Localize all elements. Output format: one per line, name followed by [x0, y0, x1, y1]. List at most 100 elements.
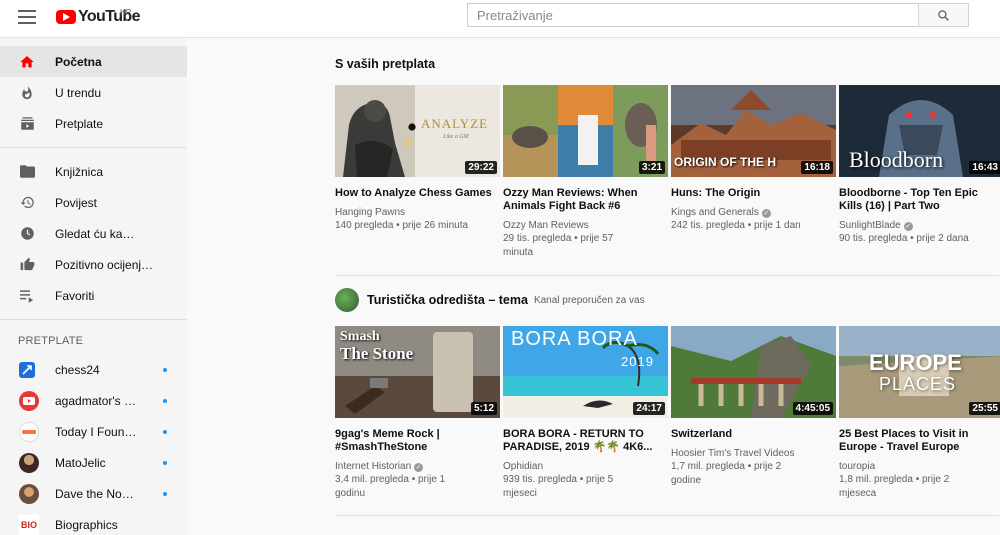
thumbnail-subtitle-text: Like a GM	[443, 134, 469, 140]
thumbnail-title-text: The Stone	[340, 344, 414, 363]
channel-avatar	[19, 421, 39, 442]
thumbnail-title-text: ORIGIN OF THE H	[674, 155, 776, 169]
channel-name-text: Kings and Generals	[671, 207, 759, 218]
channel-name-text: Internet Historian	[335, 461, 412, 472]
search-icon	[938, 9, 949, 21]
video-title[interactable]: 25 Best Places to Visit in Europe - Trav…	[839, 428, 999, 454]
channel-name[interactable]: Ophidian	[503, 460, 668, 473]
channel-avatar	[19, 483, 39, 504]
channel-name[interactable]: SunlightBlade ✓	[839, 219, 1000, 232]
video-thumbnail[interactable]: Bloodborn 16:43	[839, 85, 1000, 177]
video-meta: 29 tis. pregleda • prije 57 minuta	[503, 233, 614, 258]
video-title[interactable]: Bloodborne - Top Ten Epic Kills (16) | P…	[839, 187, 999, 213]
sidebar-subscription-today-i-found-out[interactable]: Today I Found ...	[0, 416, 187, 447]
video-thumbnail[interactable]: BORA BORA 2019 24:17	[503, 326, 668, 418]
sidebar-item-label: chess24	[55, 362, 100, 377]
flame-icon	[19, 85, 35, 101]
video-card[interactable]: 3:21 Ozzy Man Reviews: When Animals Figh…	[503, 85, 668, 260]
video-duration: 5:12	[470, 402, 497, 415]
thumbnail-title-text: ANALYZE	[421, 116, 489, 131]
channel-name[interactable]: touropia	[839, 460, 1000, 473]
sidebar-item-label: Favoriti	[55, 288, 95, 303]
channel-name[interactable]: Kings and Generals ✓	[671, 206, 836, 219]
section-title[interactable]: Turistička odredišta – tema	[367, 293, 528, 307]
new-content-dot	[163, 460, 167, 465]
video-thumbnail[interactable]: EUROPE PLACES 25:55	[839, 326, 1000, 418]
sidebar-item-trending[interactable]: U trendu	[0, 77, 187, 108]
sidebar-item-library[interactable]: Knjižnica	[0, 156, 187, 187]
video-card[interactable]: EUROPE PLACES 25:55 25 Best Places to Vi…	[839, 326, 1000, 501]
sidebar-item-home[interactable]: Početna	[0, 46, 187, 77]
thumbnail-title-text: EUROPE	[869, 350, 962, 375]
section-header: Turistička odredišta – tema Kanal prepor…	[335, 288, 1000, 312]
verified-check-icon: ✓	[761, 209, 771, 218]
video-duration: 24:17	[633, 402, 665, 415]
video-card[interactable]: Smash The Stone 5:12 9gag's Meme Rock | …	[335, 326, 500, 501]
thumbnail-title-text: Bloodborn	[849, 147, 944, 172]
video-card[interactable]: ANALYZE Like a GM 29:22 How to Analyze C…	[335, 85, 500, 260]
channel-name[interactable]: Hanging Pawns	[335, 206, 500, 219]
verified-check-icon: ✓	[903, 222, 913, 231]
channel-name[interactable]: Hoosier Tim's Travel Videos	[671, 447, 836, 460]
thumbnail-title-text: BORA BORA	[511, 328, 638, 350]
video-title[interactable]: Ozzy Man Reviews: When Animals Fight Bac…	[503, 187, 663, 213]
sidebar-item-label: Početna	[55, 54, 102, 69]
playlist-icon	[19, 288, 35, 304]
sidebar-item-liked-videos[interactable]: Pozitivno ocijenje...	[0, 249, 187, 280]
video-duration: 4:45:05	[792, 402, 833, 415]
video-title[interactable]: BORA BORA - RETURN TO PARADISE, 2019 🌴🌴 …	[503, 428, 663, 454]
video-duration: 3:21	[638, 161, 665, 174]
sidebar-item-history[interactable]: Povijest	[0, 187, 187, 218]
sidebar-item-label: Biographics	[55, 517, 118, 532]
channel-avatar	[19, 390, 39, 411]
video-title[interactable]: How to Analyze Chess Games	[335, 187, 495, 200]
video-card[interactable]: 4:45:05 Switzerland Hoosier Tim's Travel…	[671, 326, 836, 501]
video-title[interactable]: Switzerland	[671, 428, 831, 441]
video-duration: 16:43	[969, 161, 1000, 174]
video-thumbnail[interactable]: ANALYZE Like a GM 29:22	[335, 85, 500, 177]
sidebar-item-favorites[interactable]: Favoriti	[0, 280, 187, 311]
search-button[interactable]	[918, 3, 969, 27]
thumbs-up-icon	[19, 257, 35, 273]
video-meta: 1,8 mil. pregleda • prije 2 mjeseca	[839, 474, 950, 499]
video-thumbnail[interactable]: 3:21	[503, 85, 668, 177]
hamburger-menu-icon[interactable]	[18, 10, 36, 24]
sidebar: Početna U trendu Pretplate Knjižnica Pov…	[0, 38, 187, 535]
sidebar-item-label: Knjižnica	[55, 164, 104, 179]
history-icon	[19, 195, 35, 211]
section-title: S vaših pretplata	[335, 57, 436, 71]
section-subtitle: Kanal preporučen za vas	[533, 294, 645, 306]
sidebar-subscription-matojelic[interactable]: MatoJelic	[0, 447, 187, 478]
channel-name[interactable]: Internet Historian ✓	[335, 460, 500, 473]
subscriptions-icon	[19, 116, 35, 132]
sidebar-item-label: Dave the Nors...	[55, 486, 137, 501]
sidebar-item-label: Povijest	[55, 195, 98, 210]
video-thumbnail[interactable]: Smash The Stone 5:12	[335, 326, 500, 418]
channel-avatar[interactable]	[335, 288, 359, 312]
video-card[interactable]: Bloodborn 16:43 Bloodborne - Top Ten Epi…	[839, 85, 1000, 260]
video-thumbnail[interactable]: 4:45:05	[671, 326, 836, 418]
sidebar-item-subscriptions[interactable]: Pretplate	[0, 108, 187, 139]
channel-avatar	[19, 361, 35, 378]
thumbnail-subtitle-text: PLACES	[879, 374, 957, 394]
sidebar-item-watch-later[interactable]: Gledat ću kasnije	[0, 218, 187, 249]
video-title[interactable]: Huns: The Origin	[671, 187, 831, 200]
youtube-play-icon	[56, 10, 76, 24]
search-input[interactable]: Pretraživanje	[467, 3, 919, 27]
video-thumbnail[interactable]: ORIGIN OF THE H 16:18	[671, 85, 836, 177]
sidebar-subscription-chess24[interactable]: chess24	[0, 354, 187, 385]
sidebar-item-label: Today I Found ...	[55, 424, 137, 439]
home-icon	[19, 54, 35, 70]
channel-name[interactable]: Ozzy Man Reviews	[503, 219, 668, 232]
video-meta: 1,7 mil. pregleda • prije 2 godine	[671, 461, 782, 486]
sidebar-subscription-biographics[interactable]: BIO Biographics	[0, 509, 187, 535]
sidebar-subscription-dave-the-norseman[interactable]: Dave the Nors...	[0, 478, 187, 509]
video-title[interactable]: 9gag's Meme Rock | #SmashTheStone	[335, 428, 495, 454]
sidebar-item-label: agadmator's C...	[55, 393, 137, 408]
sidebar-subscription-agadmator[interactable]: agadmator's C...	[0, 385, 187, 416]
video-card[interactable]: ORIGIN OF THE H 16:18 Huns: The Origin K…	[671, 85, 836, 260]
country-code: HR	[120, 8, 132, 17]
new-content-dot	[163, 429, 167, 434]
sidebar-item-label: Gledat ću kasnije	[55, 226, 137, 241]
video-card[interactable]: BORA BORA 2019 24:17 BORA BORA - RETURN …	[503, 326, 668, 501]
